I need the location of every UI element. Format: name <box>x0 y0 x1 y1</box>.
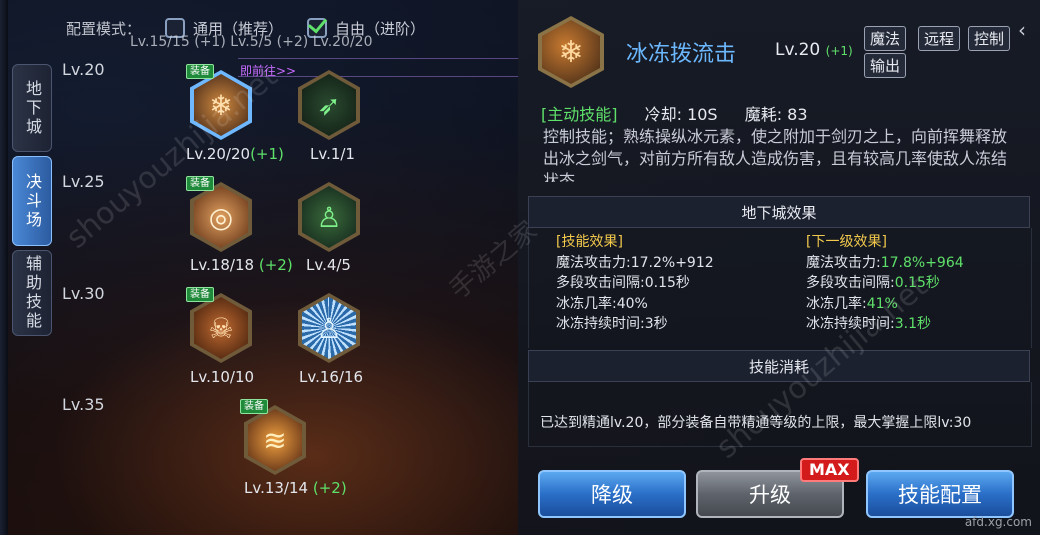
mana-cost: 魔耗: 83 <box>744 105 808 124</box>
left-edge <box>0 0 8 535</box>
skill-level-7: Lv.13/14 (+2) <box>244 479 347 497</box>
next-line-1: 魔法攻击力:17.8%+964 <box>806 254 964 271</box>
skill-meta: [主动技能] 冷却: 10S 魔耗: 83 <box>541 101 808 125</box>
skill-slot-6[interactable]: ♙ <box>298 293 360 363</box>
skull-icon: ☠ <box>194 297 248 359</box>
tag-magic: 魔法 <box>864 26 907 51</box>
skill-frame: ➶ <box>298 70 360 140</box>
skill-frame: ♙ <box>298 293 360 363</box>
skill-frame: ◎ <box>190 182 252 252</box>
scrolled-level-row: Lv.15/15 (+1) Lv.5/5 (+2) Lv.20/20 <box>130 34 373 50</box>
skill-level-3: Lv.18/18 (+2) <box>190 256 293 274</box>
skill-name: 冰冻拨流击 <box>626 42 737 67</box>
current-line-3: 冰冻几率:40% <box>556 295 648 312</box>
next-effect-header: [下一级效果] <box>806 234 887 250</box>
skill-level-5: Lv.10/10 <box>190 368 255 386</box>
skill-frame: ♙ <box>298 182 360 252</box>
tag-control: 控制 <box>968 26 1011 51</box>
section-dungeon-effect: 地下城效果 <box>528 196 1030 228</box>
tab-support-skills[interactable]: 辅助技能 <box>12 250 52 336</box>
site-mark: afd.xg.com <box>964 515 1032 529</box>
skill-config-button[interactable]: 技能配置 <box>866 470 1014 518</box>
level-label-30: Lv.30 <box>62 284 105 303</box>
equipped-badge: 装备 <box>186 287 214 302</box>
skill-level-2: Lv.1/1 <box>310 145 355 163</box>
fire-wave-icon: ≋ <box>248 409 302 471</box>
skill-slot-5[interactable]: ☠ 装备 <box>186 287 252 363</box>
fire-swirl-icon: ◎ <box>194 186 248 248</box>
current-line-4: 冰冻持续时间:3秒 <box>556 316 668 332</box>
skill-frame: ☠ <box>190 293 252 363</box>
current-effect-column: [技能效果] 魔法攻击力:17.2%+912 多段攻击间隔:0.15秒 冰冻几率… <box>556 232 714 335</box>
ice-burst-icon: ❄ <box>542 20 600 84</box>
skill-level: Lv.20 (+1) <box>775 40 853 60</box>
section-skill-cost: 技能消耗 <box>528 350 1030 382</box>
tab-dungeon[interactable]: 地下城 <box>12 64 52 152</box>
blue-aura-icon: ♙ <box>302 297 356 359</box>
current-effect-header: [技能效果] <box>556 234 623 250</box>
tag-output: 输出 <box>864 53 907 78</box>
green-slash-icon: ➶ <box>302 74 356 136</box>
equipped-badge: 装备 <box>240 399 268 414</box>
skill-slot-4[interactable]: ♙ <box>298 182 360 252</box>
equipped-badge: 装备 <box>186 64 214 79</box>
max-badge: MAX <box>800 458 859 482</box>
skill-slot-7[interactable]: ≋ 装备 <box>240 399 306 475</box>
level-label-25: Lv.25 <box>62 172 105 191</box>
collapse-arrow-icon[interactable]: ‹ <box>1018 18 1026 42</box>
skill-type: [主动技能] <box>541 105 618 124</box>
skill-frame: ≋ <box>244 405 306 475</box>
skill-description: 控制技能；熟练操纵冰元素，使之附加于剑刃之上，向前挥舞释放出冰之剑气，对前方所有… <box>543 127 1008 182</box>
skill-slot-2[interactable]: ➶ <box>298 70 360 140</box>
green-body-icon: ♙ <box>302 186 356 248</box>
level-label-20: Lv.20 <box>62 60 105 79</box>
tab-pvp[interactable]: 决斗场 <box>12 156 52 246</box>
skill-slot-3[interactable]: ◎ 装备 <box>186 176 252 252</box>
level-label-35: Lv.35 <box>62 395 105 414</box>
tag-ranged: 远程 <box>918 26 961 51</box>
current-line-2: 多段攻击间隔:0.15秒 <box>556 275 690 291</box>
equipped-badge: 装备 <box>186 176 214 191</box>
skill-level-4: Lv.4/5 <box>306 256 351 274</box>
downgrade-button[interactable]: 降级 <box>538 470 686 518</box>
cooldown: 冷却: 10S <box>644 105 718 124</box>
current-line-1: 魔法攻击力:17.2%+912 <box>556 254 714 271</box>
skill-level-6: Lv.16/16 <box>299 368 364 386</box>
